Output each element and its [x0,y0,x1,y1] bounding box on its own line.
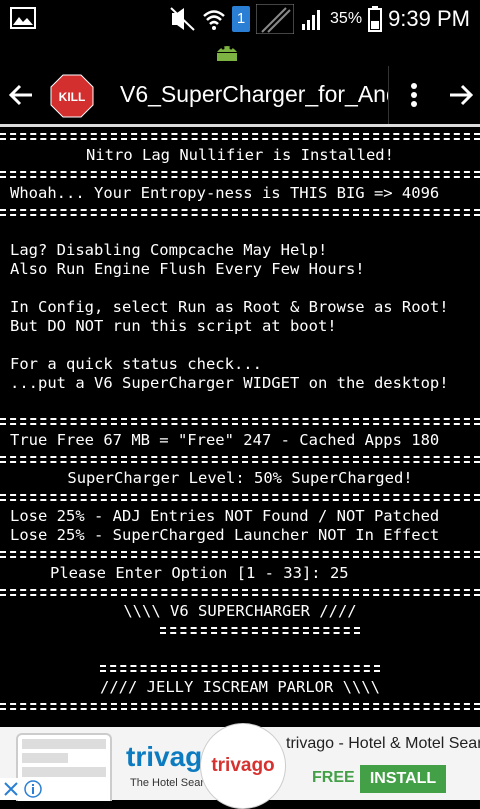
terminal-line: Lose 25% - ADJ Entries NOT Found / NOT P… [10,507,440,525]
terminal-line: In Config, select Run as Root & Browse a… [10,298,449,316]
separator [0,450,480,469]
info-icon[interactable] [24,780,42,798]
terminal-line: SuperCharger Level: 50% SuperCharged! [67,469,413,487]
terminal-line: //// JELLY ISCREAM PARLOR \\\\ [100,678,380,696]
terminal-line: Lose 25% - SuperCharged Launcher NOT In … [10,526,440,544]
app-icon[interactable]: KILL [50,74,94,118]
terminal-line: For a quick status check... [10,355,262,373]
clock: 9:39 PM [388,6,470,31]
toolbar-divider [388,66,389,124]
status-right-icons: 1 35% 9:39 PM [170,4,470,34]
separator [0,545,480,564]
ad-price: FREE [312,769,355,786]
install-button[interactable]: INSTALL [360,765,446,793]
close-icon[interactable] [2,780,20,798]
sim-icon: 1 [232,6,251,32]
terminal-line: Also Run Engine Flush Every Few Hours! [10,260,365,278]
terminal-line: Lag? Disabling Compcache May Help! [10,241,328,259]
terminal-line: ...put a V6 SuperCharger WIDGET on the d… [10,374,449,392]
separator [0,412,480,431]
ad-phone-bar [22,767,106,777]
app-icon-label: KILL [59,90,86,104]
mute-icon [170,7,195,31]
app-icon-text: trivago [211,755,275,776]
signal-icon [256,4,295,34]
battery-icon [368,6,383,32]
ad-app-title: trivago - Hotel & Motel Search [286,735,480,752]
terminal-output[interactable]: Nitro Lag Nullifier is Installed! Whoah.… [0,127,480,727]
cell-signal-icon [302,10,321,30]
android-icon [217,46,237,61]
back-arrow-icon[interactable] [6,80,36,110]
notification-strip [0,38,480,66]
terminal-line: True Free 67 MB = "Free" 247 - Cached Ap… [10,431,440,449]
terminal-line: Whoah... Your Entropy-ness is THIS BIG =… [10,184,440,202]
ad-app-icon: trivago [200,723,286,809]
separator [0,165,480,184]
terminal-line: Please Enter Option [1 - 33]: 25 [50,564,349,582]
notification-count: 1 [236,10,246,27]
separator [0,488,480,507]
ad-phone-bar [22,753,68,763]
app-toolbar: KILL V6_SuperCharger_for_Android-update9… [0,66,480,124]
separator [0,697,480,716]
separator [0,583,480,602]
status-left-icons [10,7,36,34]
overflow-menu-icon[interactable] [404,80,424,110]
terminal-line: But DO NOT run this script at boot! [10,317,337,335]
separator [0,203,480,222]
image-icon [10,7,36,29]
wifi-icon [203,10,225,30]
ad-choices[interactable] [0,778,50,800]
ad-phone-bar [22,739,106,749]
toolbar-title: V6_SuperCharger_for_Android-update9_RC11… [120,81,388,107]
separator [0,127,480,146]
forward-arrow-icon[interactable] [446,80,476,110]
terminal-line: Nitro Lag Nullifier is Installed! [86,146,394,164]
ad-banner[interactable]: trivago The Hotel Search trivago trivago… [0,723,480,809]
status-bar: 1 35% 9:39 PM [0,0,480,38]
battery-percent: 35% [330,10,363,27]
sub-separator [0,659,480,678]
sub-separator [0,621,480,640]
terminal-line: \\\\ V6 SUPERCHARGER //// [123,602,357,620]
